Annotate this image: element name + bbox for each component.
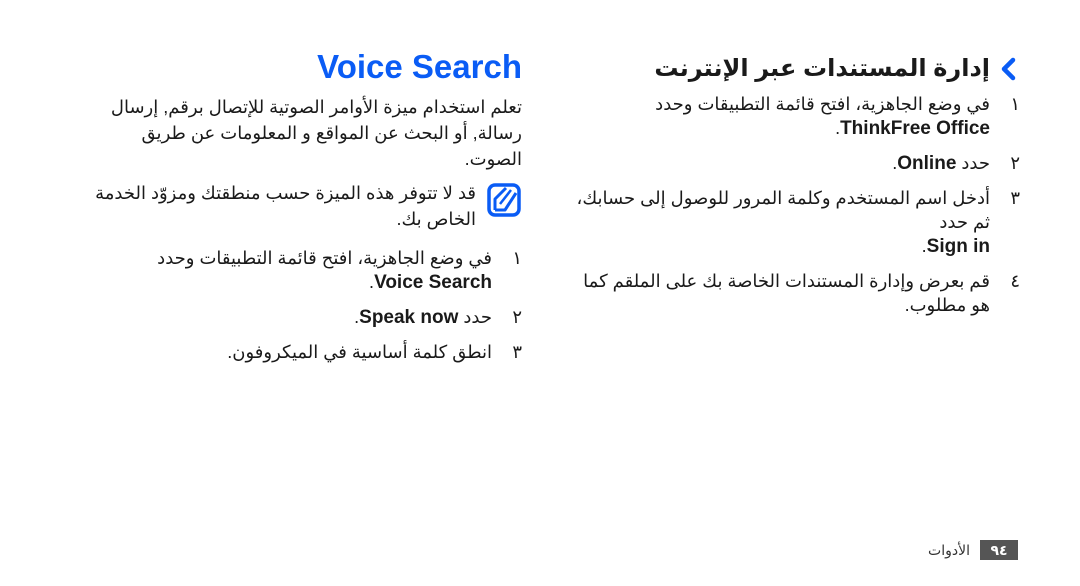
step-english-term: Online [897,153,957,174]
step-number: ٢ [1010,153,1020,173]
online-documents-section: إدارة المستندات عبر الإنترنت ١ في وضع ال… [575,50,1020,327]
step-arabic-text: حدد [961,153,990,173]
step-item: ٣ انطق كلمة أساسية في الميكروفون. [80,340,522,364]
note-pencil-icon [487,183,521,217]
step-text: في وضع الجاهزية، افتح قائمة التطبيقات وح… [80,246,492,295]
intro-paragraph: تعلم استخدام ميزة الأوامر الصوتية للإتصا… [110,97,522,169]
note-box: قد لا تتوفر هذه الميزة حسب منطقتك ومزوّد… [80,180,522,232]
step-english-term: Speak now [359,307,459,328]
step-item: ٢ حدد Speak now. [80,305,522,330]
step-item: ١ في وضع الجاهزية، افتح قائمة التطبيقات … [575,92,1020,141]
step-english-term: Sign in [926,236,990,257]
page-number-badge: ٩٤ [980,540,1018,560]
note-text: قد لا تتوفر هذه الميزة حسب منطقتك ومزوّد… [95,183,476,229]
step-arabic-text: حدد [463,307,492,327]
page-footer: الأدوات ٩٤ [900,539,1018,561]
step-item: ٤ قم بعرض وإدارة المستندات الخاصة بك على… [575,269,1020,317]
step-number: ٣ [1010,188,1020,208]
step-english-term: ThinkFree Office [840,118,990,139]
step-number: ٣ [512,342,522,362]
step-english-term: Voice Search [374,272,492,293]
chapter-label: الأدوات [928,541,970,558]
step-text: في وضع الجاهزية، افتح قائمة التطبيقات وح… [575,92,990,141]
section-title: إدارة المستندات عبر الإنترنت [654,55,990,82]
steps-list: ١ في وضع الجاهزية، افتح قائمة التطبيقات … [575,92,1020,317]
chevron-left-icon [1001,57,1016,81]
section-title: Voice Search [317,48,522,85]
step-number: ١ [1010,94,1020,114]
step-number: ٢ [512,307,522,327]
step-text: حدد Speak now. [80,305,492,330]
step-item: ٢ حدد Online. [575,151,1020,176]
step-arabic-text: في وضع الجاهزية، افتح قائمة التطبيقات وح… [655,94,990,114]
step-arabic-text: في وضع الجاهزية، افتح قائمة التطبيقات وح… [157,248,492,268]
step-item: ١ في وضع الجاهزية، افتح قائمة التطبيقات … [80,246,522,295]
step-text: أدخل اسم المستخدم وكلمة المرور للوصول إل… [575,186,990,259]
step-text: قم بعرض وإدارة المستندات الخاصة بك على ا… [583,271,990,315]
step-number: ١ [512,248,522,268]
steps-list: ١ في وضع الجاهزية، افتح قائمة التطبيقات … [80,246,522,364]
step-text: انطق كلمة أساسية في الميكروفون. [227,342,492,362]
voice-search-section: Voice Search تعلم استخدام ميزة الأوامر ا… [80,50,522,374]
step-item: ٣ أدخل اسم المستخدم وكلمة المرور للوصول … [575,186,1020,259]
step-number: ٤ [1010,271,1020,291]
step-arabic-text: أدخل اسم المستخدم وكلمة المرور للوصول إل… [576,188,990,232]
section-header: إدارة المستندات عبر الإنترنت [575,50,1020,88]
step-text: حدد Online. [575,151,990,176]
